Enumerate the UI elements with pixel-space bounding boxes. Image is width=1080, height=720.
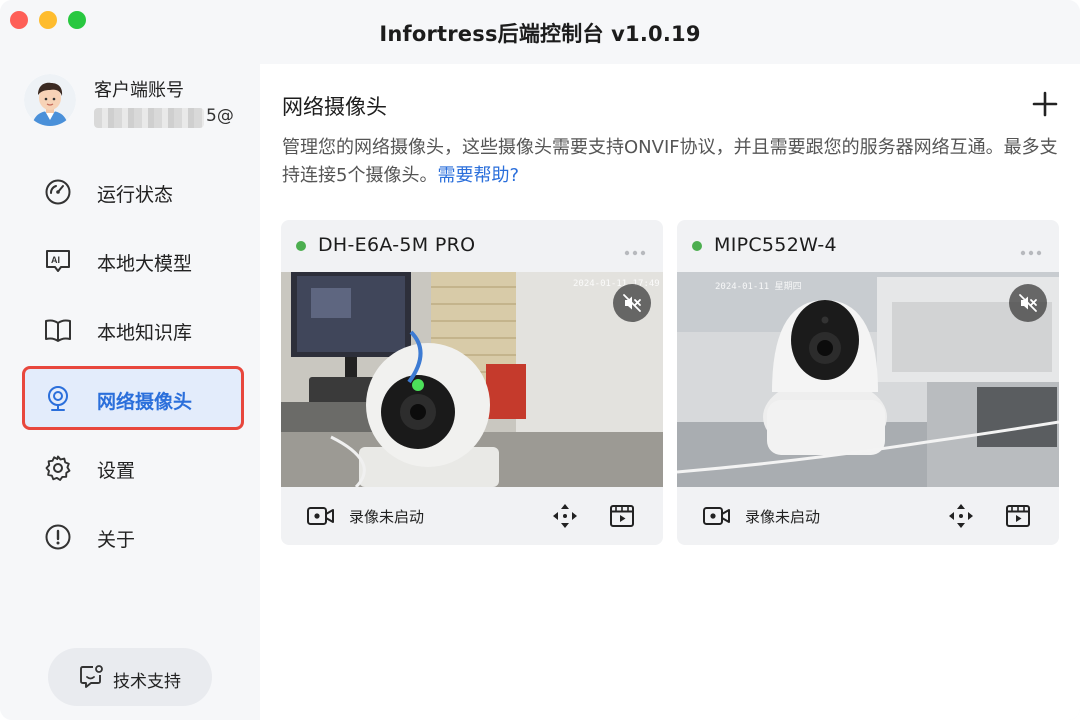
online-status-dot [692, 241, 702, 251]
record-status-label: 录像未启动 [745, 508, 821, 526]
mute-toggle-button[interactable] [1009, 284, 1047, 322]
help-link[interactable]: 需要帮助? [437, 165, 519, 186]
sidebar: 客户端账号 5@ 运行状态 AI 本地大模型 本地知识库 网络摄像头 设置 关于… [0, 64, 260, 720]
email-suffix: 5@ [206, 106, 234, 126]
tech-support-label: 技术支持 [113, 672, 181, 692]
camera-card[interactable]: DH-E6A-5M PRO 2024-01-11 17:49 录像未启动 [281, 220, 663, 545]
gear-icon [44, 454, 72, 482]
sidebar-item-webcams[interactable]: 网络摄像头 [22, 366, 244, 430]
account-card[interactable]: 客户端账号 5@ [24, 74, 254, 134]
gauge-icon [44, 178, 72, 206]
sidebar-item-label: 本地知识库 [97, 322, 193, 344]
app-window: Infortress后端控制台 v1.0.19 客户端账号 5@ 运行状态 AI… [0, 0, 1080, 720]
camera-card-footer: 录像未启动 [281, 487, 663, 545]
sidebar-item-status[interactable]: 运行状态 [22, 159, 244, 223]
record-video-icon[interactable] [306, 503, 336, 529]
main-panel: 网络摄像头 管理您的网络摄像头，这些摄像头需要支持ONVIF协议，并且需要跟您的… [260, 64, 1080, 720]
sidebar-item-label: 关于 [97, 529, 136, 551]
avatar [24, 74, 76, 126]
ptz-control-icon[interactable] [947, 502, 975, 530]
sidebar-nav: 运行状态 AI 本地大模型 本地知识库 网络摄像头 设置 关于 [22, 159, 244, 573]
description-text: 管理您的网络摄像头，这些摄像头需要支持ONVIF协议，并且需要跟您的服务器网络互… [282, 137, 1058, 186]
video-clips-icon[interactable] [1005, 503, 1031, 529]
sidebar-item-local-llm[interactable]: AI 本地大模型 [22, 228, 244, 292]
camera-name: DH-E6A-5M PRO [318, 234, 476, 256]
page-title: 网络摄像头 [282, 95, 387, 119]
window-title: Infortress后端控制台 v1.0.19 [379, 22, 701, 46]
camera-card-header: DH-E6A-5M PRO [281, 220, 663, 272]
account-email: 5@ [94, 106, 234, 130]
plus-icon [1032, 91, 1058, 117]
camera-card-header: MIPC552W-4 [677, 220, 1059, 272]
sidebar-item-label: 运行状态 [97, 184, 174, 206]
camera-feed-image [281, 272, 663, 487]
sidebar-item-label: 本地大模型 [97, 253, 193, 275]
camera-name: MIPC552W-4 [714, 234, 837, 256]
book-icon [44, 316, 72, 344]
more-options-icon[interactable] [623, 242, 647, 256]
sidebar-item-knowledge-base[interactable]: 本地知识库 [22, 297, 244, 361]
camera-card[interactable]: MIPC552W-4 2024-01-11 星期四 录像未启动 [677, 220, 1059, 545]
video-clips-icon[interactable] [609, 503, 635, 529]
svg-text:AI: AI [51, 255, 60, 265]
add-camera-button[interactable] [1032, 91, 1058, 117]
camera-card-footer: 录像未启动 [677, 487, 1059, 545]
speaker-muted-icon [623, 294, 641, 312]
account-label: 客户端账号 [94, 80, 184, 101]
speaker-muted-icon [1019, 294, 1037, 312]
tech-support-button[interactable]: 技术支持 [48, 648, 212, 706]
camera-feed[interactable]: 2024-01-11 17:49 [281, 272, 663, 487]
sidebar-item-settings[interactable]: 设置 [22, 435, 244, 499]
sidebar-item-label: 设置 [97, 460, 136, 482]
record-status-label: 录像未启动 [349, 508, 425, 526]
page-description: 管理您的网络摄像头，这些摄像头需要支持ONVIF协议，并且需要跟您的服务器网络互… [282, 134, 1062, 190]
camera-osd-timestamp: 2024-01-11 星期四 [715, 282, 802, 292]
support-chat-icon [78, 664, 104, 690]
camera-feed[interactable]: 2024-01-11 星期四 [677, 272, 1059, 487]
sidebar-item-label: 网络摄像头 [97, 391, 193, 413]
camera-osd-timestamp: 2024-01-11 17:49 [573, 279, 660, 289]
more-options-icon[interactable] [1019, 242, 1043, 256]
ai-icon: AI [44, 247, 72, 275]
webcam-icon [44, 385, 72, 413]
camera-feed-image [677, 272, 1059, 487]
ptz-control-icon[interactable] [551, 502, 579, 530]
title-bar: Infortress后端控制台 v1.0.19 [0, 0, 1080, 64]
mute-toggle-button[interactable] [613, 284, 651, 322]
online-status-dot [296, 241, 306, 251]
sidebar-item-about[interactable]: 关于 [22, 504, 244, 568]
info-icon [44, 523, 72, 551]
record-video-icon[interactable] [702, 503, 732, 529]
email-redaction [94, 108, 204, 128]
